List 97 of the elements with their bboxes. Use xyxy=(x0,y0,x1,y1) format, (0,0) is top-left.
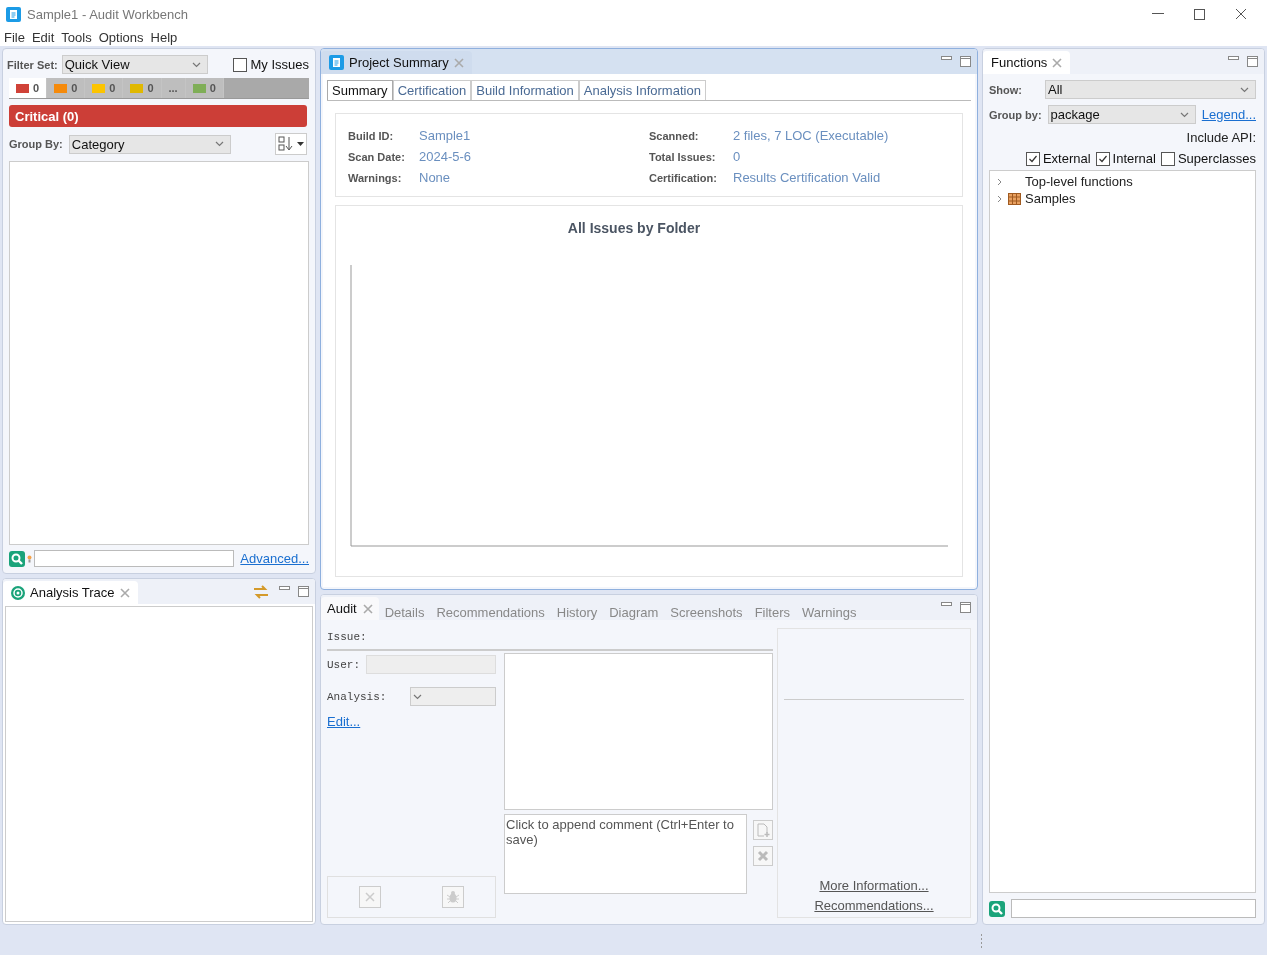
group-by-dropdown[interactable]: package xyxy=(1047,105,1196,124)
checkbox[interactable] xyxy=(1025,151,1040,166)
analysis-label: Analysis: xyxy=(327,690,387,703)
field-label: Total Issues: xyxy=(649,150,717,165)
field-value: 2 files, 7 LOC (Executable) xyxy=(733,128,890,144)
maximize-icon[interactable] xyxy=(298,586,309,597)
field-label: Scan Date: xyxy=(348,150,406,165)
delete-comment-button[interactable] xyxy=(753,846,773,866)
severity-tab[interactable]: 0 xyxy=(47,78,86,98)
filter-set-label: Filter Set: xyxy=(7,58,58,71)
maximize-icon[interactable] xyxy=(960,56,971,67)
field-value: 0 xyxy=(733,149,742,165)
severity-tab[interactable]: 0 xyxy=(123,78,162,98)
advanced-link[interactable]: Advanced... xyxy=(240,551,309,566)
lightbulb-icon xyxy=(27,554,32,563)
user-label: User: xyxy=(327,658,360,671)
field-value: Sample1 xyxy=(419,128,472,144)
tab[interactable]: Analysis Information xyxy=(578,80,706,100)
search-field[interactable] xyxy=(34,550,234,567)
user-field[interactable] xyxy=(366,655,496,674)
checkbox[interactable] xyxy=(233,57,248,72)
tree-item[interactable]: Top-level functions xyxy=(1025,174,1133,189)
menu-item[interactable]: Options xyxy=(98,29,144,45)
legend-link[interactable]: Legend... xyxy=(1201,107,1256,122)
sort-button[interactable] xyxy=(275,133,307,155)
field-label: Certification: xyxy=(649,171,718,186)
sort-icon xyxy=(278,136,294,152)
include-api-label: Include API: xyxy=(1186,130,1256,145)
severity-tab[interactable]: ... xyxy=(161,78,186,98)
checkbox-label: My Issues xyxy=(250,57,309,72)
tab[interactable]: Build Information xyxy=(471,80,579,100)
field-label: Build ID: xyxy=(348,129,395,144)
search-icon[interactable] xyxy=(989,900,1005,917)
caret-icon xyxy=(214,141,224,147)
more-information-link[interactable]: More Information... xyxy=(819,878,929,893)
caret-icon xyxy=(1240,86,1249,93)
minimize-icon[interactable] xyxy=(1152,13,1164,15)
minimize-icon[interactable] xyxy=(279,586,290,591)
severity-banner: Critical (0) xyxy=(9,105,307,127)
tab[interactable]: Audit xyxy=(321,597,379,620)
comment-field[interactable]: Click to append comment (Ctrl+Enter to save) xyxy=(504,814,747,894)
maximize-icon[interactable] xyxy=(1194,8,1205,20)
field-value: 2024-5-6 xyxy=(419,149,473,165)
caret-icon xyxy=(413,693,422,700)
search-field[interactable] xyxy=(1011,899,1256,918)
close-icon[interactable] xyxy=(1235,8,1247,20)
target-icon xyxy=(11,585,25,600)
show-dropdown[interactable]: All xyxy=(1045,80,1256,99)
severity-tab[interactable]: 0 xyxy=(9,78,48,98)
caret-icon xyxy=(1179,111,1189,118)
recommendations-link[interactable]: Recommendations... xyxy=(814,898,934,913)
maximize-icon[interactable] xyxy=(1247,56,1258,67)
search-icon[interactable] xyxy=(9,550,25,567)
menu-item[interactable]: Help xyxy=(150,29,178,45)
severity-tab[interactable]: 0 xyxy=(85,78,124,98)
menu-item[interactable]: Edit xyxy=(31,29,55,45)
package-icon xyxy=(1008,192,1021,205)
show-label: Show: xyxy=(989,83,1023,96)
caret-icon xyxy=(297,141,304,147)
drag-handle-icon xyxy=(980,934,983,948)
group-by-label: Group by: xyxy=(989,108,1042,121)
caret-icon xyxy=(191,61,201,68)
expand-icon[interactable] xyxy=(996,177,1004,186)
group-by-label: Group By: xyxy=(9,138,63,150)
window-title: Sample1 - Audit Workbench xyxy=(27,6,189,22)
expand-icon[interactable] xyxy=(996,194,1004,203)
menu-item[interactable]: File xyxy=(4,29,25,45)
filter-set-dropdown[interactable]: Quick View xyxy=(61,55,208,74)
field-value: None xyxy=(419,170,452,186)
minimize-icon[interactable] xyxy=(941,56,952,61)
checkbox-label: Superclasses xyxy=(1177,151,1256,166)
field-value: Results Certification Valid xyxy=(733,170,882,186)
maximize-icon[interactable] xyxy=(960,602,971,613)
edit-link[interactable]: Edit... xyxy=(327,714,361,729)
bug-icon xyxy=(446,890,461,904)
severity-tab[interactable]: 0 xyxy=(185,78,224,98)
menu-item[interactable]: Tools xyxy=(61,29,92,45)
chart-title: All Issues by Folder xyxy=(567,220,701,236)
cross-icon xyxy=(757,850,769,862)
checkbox[interactable] xyxy=(1095,151,1110,166)
tree-item[interactable]: Samples xyxy=(1025,191,1076,206)
tab[interactable]: Summary xyxy=(327,80,393,100)
app-icon xyxy=(6,6,21,22)
checkbox[interactable] xyxy=(1160,151,1175,166)
group-by-dropdown[interactable]: Category xyxy=(68,134,231,154)
checkbox-label: External xyxy=(1042,151,1091,166)
document-icon xyxy=(329,55,344,70)
checkbox-label: Internal xyxy=(1112,151,1156,166)
tab[interactable]: Certification xyxy=(392,80,472,100)
swap-arrows-icon[interactable] xyxy=(253,583,269,600)
add-document-icon xyxy=(756,822,770,838)
minimize-icon[interactable] xyxy=(941,602,952,607)
field-label: Warnings: xyxy=(348,171,403,186)
cross-icon xyxy=(364,892,375,902)
field-label: Scanned: xyxy=(649,129,700,144)
minimize-icon[interactable] xyxy=(1228,56,1239,61)
issue-label: Issue: xyxy=(327,631,367,643)
